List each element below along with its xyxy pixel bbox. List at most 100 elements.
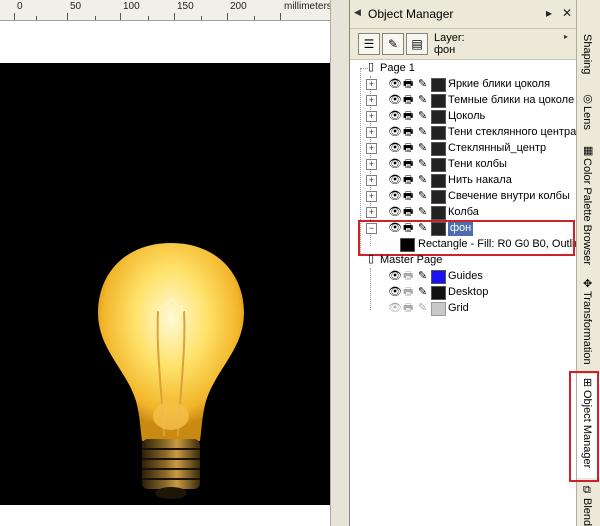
expand-icon[interactable]: + <box>366 79 377 90</box>
collapse-arrow-icon[interactable]: ◀ <box>354 7 361 18</box>
master-layer-row[interactable]: 👁 🖶 ✎ Grid <box>366 300 576 316</box>
object-manager-panel: ◀ Object Manager ▸ ✕ ☰ ✎ ▤ Layer: фон ▸ … <box>349 0 577 526</box>
eye-icon[interactable]: 👁 <box>388 110 402 122</box>
expand-icon[interactable]: + <box>366 175 377 186</box>
transform-icon: ✥ <box>583 278 593 290</box>
panel-title-bar: ◀ Object Manager ▸ ✕ <box>350 0 577 29</box>
layer-manager-view-button[interactable]: ▤ <box>406 33 428 55</box>
layer-row[interactable]: + 👁 🖶 ✎ Свечение внутри колбы <box>366 188 576 204</box>
panel-menu-icon[interactable]: ▸ <box>542 6 556 20</box>
lens-icon: ◎ <box>583 93 593 105</box>
tab-blend[interactable]: ⧉ Blend <box>577 482 600 526</box>
show-properties-button[interactable]: ☰ <box>358 33 380 55</box>
object-tree: ▯ Page 1 + 👁 🖶 ✎ Яркие блики цоколя + 👁 … <box>350 60 577 526</box>
layer-row[interactable]: + 👁 🖶 ✎ Цоколь <box>366 108 576 124</box>
expand-icon[interactable]: + <box>366 143 377 154</box>
eye-icon[interactable]: 👁 <box>388 174 402 186</box>
master-layer-row[interactable]: 👁 🖶 ✎ Guides <box>366 268 576 284</box>
tab-color-palette-browser[interactable]: ▦ Color Palette Browser <box>577 142 600 272</box>
close-icon[interactable]: ✕ <box>560 6 574 20</box>
vertical-scrollbar[interactable] <box>330 0 349 526</box>
expand-icon[interactable]: + <box>366 207 377 218</box>
edit-across-layers-button[interactable]: ✎ <box>382 33 404 55</box>
pencil-icon[interactable]: ✎ <box>418 286 427 298</box>
expand-icon[interactable]: + <box>366 95 377 106</box>
page-background-rectangle[interactable] <box>0 63 330 505</box>
ruler-tick <box>14 13 15 20</box>
layer-caption: Layer: <box>434 32 465 44</box>
printer-icon[interactable]: 🖶 <box>403 142 413 154</box>
printer-icon[interactable]: 🖶 <box>403 126 413 138</box>
eye-icon[interactable]: 👁 <box>388 302 402 314</box>
eye-icon[interactable]: 👁 <box>388 190 402 202</box>
printer-icon[interactable]: 🖶 <box>403 110 413 122</box>
printer-icon[interactable]: 🖶 <box>403 174 413 186</box>
layer-row[interactable]: + 👁 🖶 ✎ Нить накала <box>366 172 576 188</box>
layer-row[interactable]: + 👁 🖶 ✎ Темные блики на цоколе <box>366 92 576 108</box>
eye-icon[interactable]: 👁 <box>388 206 402 218</box>
expand-icon[interactable]: + <box>366 127 377 138</box>
printer-icon[interactable]: 🖶 <box>403 302 413 314</box>
pencil-icon[interactable]: ✎ <box>418 110 427 122</box>
pencil-icon[interactable]: ✎ <box>418 142 427 154</box>
ruler-tick <box>148 16 149 20</box>
blend-icon: ⧉ <box>583 484 591 496</box>
eye-icon[interactable]: 👁 <box>388 158 402 170</box>
flyout-menu-icon[interactable]: ▸ <box>564 32 574 42</box>
pencil-icon[interactable]: ✎ <box>418 302 427 314</box>
layer-row[interactable]: + 👁 🖶 ✎ Яркие блики цоколя <box>366 76 576 92</box>
printer-icon[interactable]: 🖶 <box>403 94 413 106</box>
tab-lens[interactable]: ◎ Lens <box>577 90 600 138</box>
ruler-tick <box>95 16 96 20</box>
eye-icon[interactable]: 👁 <box>388 142 402 154</box>
eye-icon[interactable]: 👁 <box>388 78 402 90</box>
expand-icon[interactable]: + <box>366 191 377 202</box>
docker-tabs: Shaping ◎ Lens ▦ Color Palette Browser ✥… <box>569 0 600 526</box>
pencil-icon[interactable]: ✎ <box>418 270 427 282</box>
layer-color-swatch <box>431 110 446 124</box>
layer-row[interactable]: + 👁 🖶 ✎ Стеклянный_центр <box>366 140 576 156</box>
ruler-tick <box>254 16 255 20</box>
eye-icon[interactable]: 👁 <box>388 270 402 282</box>
pencil-icon[interactable]: ✎ <box>418 190 427 202</box>
ruler-label: 50 <box>70 1 82 12</box>
pencil-icon[interactable]: ✎ <box>418 206 427 218</box>
expand-icon[interactable]: + <box>366 159 377 170</box>
expand-icon[interactable]: + <box>366 111 377 122</box>
ruler-label: 100 <box>123 1 140 12</box>
layer-row[interactable]: + 👁 🖶 ✎ Колба <box>366 204 576 220</box>
eye-icon[interactable]: 👁 <box>388 126 402 138</box>
ruler-unit: millimeters <box>284 1 332 12</box>
ruler-tick <box>227 13 228 20</box>
pencil-icon[interactable]: ✎ <box>418 126 427 138</box>
layer-color-swatch <box>431 286 446 300</box>
eye-icon[interactable]: 👁 <box>388 94 402 106</box>
pencil-icon[interactable]: ✎ <box>418 174 427 186</box>
pencil-icon[interactable]: ✎ <box>418 158 427 170</box>
ruler-label: 200 <box>230 1 247 12</box>
ruler-label: 150 <box>177 1 194 12</box>
layer-name: фон <box>434 44 456 56</box>
layer-color-swatch <box>431 174 446 188</box>
eye-icon[interactable]: 👁 <box>388 286 402 298</box>
layer-color-swatch <box>431 190 446 204</box>
pencil-icon[interactable]: ✎ <box>418 78 427 90</box>
layer-color-swatch <box>431 270 446 284</box>
ruler-tick <box>120 13 121 20</box>
printer-icon[interactable]: 🖶 <box>403 270 413 282</box>
printer-icon[interactable]: 🖶 <box>403 78 413 90</box>
tab-transformation[interactable]: ✥ Transformation <box>577 275 600 370</box>
layer-row[interactable]: + 👁 🖶 ✎ Тени стеклянного центра <box>366 124 576 140</box>
printer-icon[interactable]: 🖶 <box>403 206 413 218</box>
master-layer-row[interactable]: 👁 🖶 ✎ Desktop <box>366 284 576 300</box>
tree-line <box>360 68 368 69</box>
light-bulb-drawing[interactable] <box>96 241 246 501</box>
printer-icon[interactable]: 🖶 <box>403 158 413 170</box>
printer-icon[interactable]: 🖶 <box>403 190 413 202</box>
horizontal-ruler: 0 50 100 150 200 millimeters <box>0 0 333 21</box>
tab-shaping[interactable]: Shaping <box>577 28 600 88</box>
layer-row[interactable]: + 👁 🖶 ✎ Тени колбы <box>366 156 576 172</box>
printer-icon[interactable]: 🖶 <box>403 286 413 298</box>
object-manager-toolbar: ☰ ✎ ▤ Layer: фон ▸ <box>350 29 577 60</box>
pencil-icon[interactable]: ✎ <box>418 94 427 106</box>
